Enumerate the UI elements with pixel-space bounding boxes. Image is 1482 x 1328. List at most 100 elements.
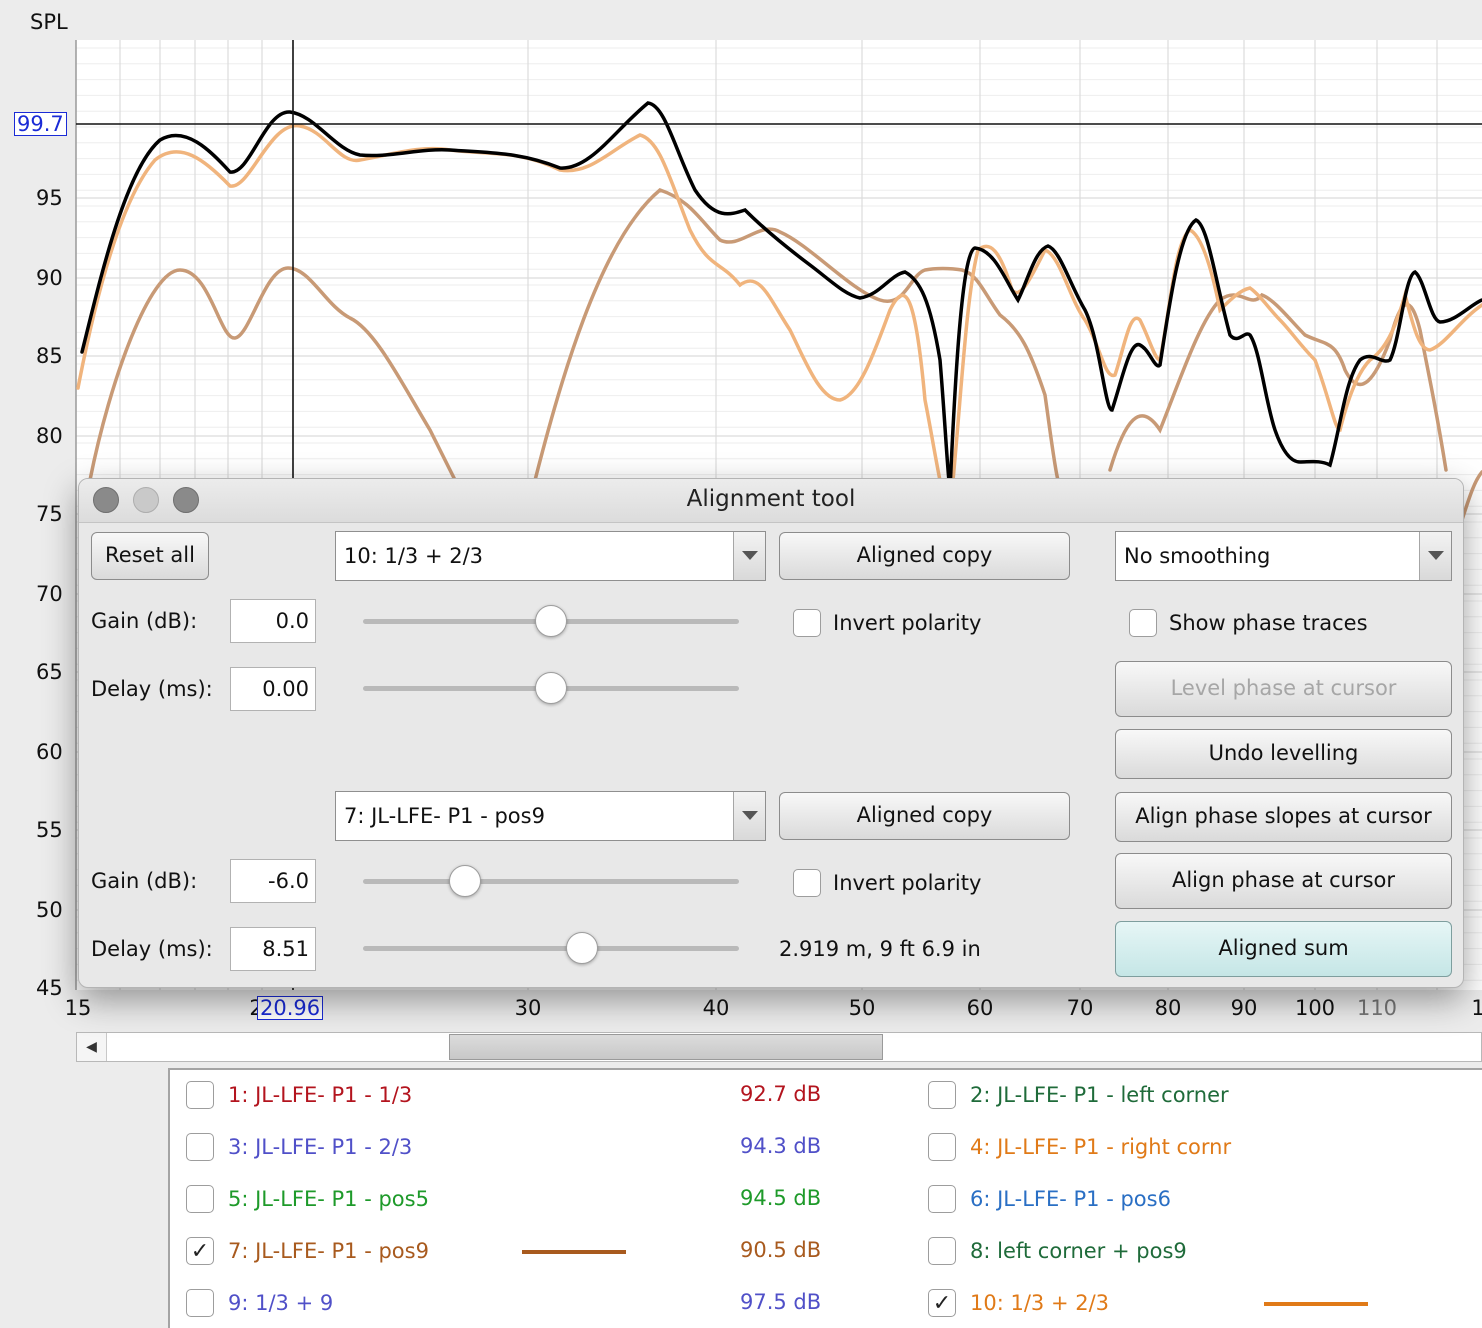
trace1-aligned-copy-button[interactable]: Aligned copy bbox=[779, 532, 1070, 580]
align-phase-slopes-button[interactable]: Align phase slopes at cursor bbox=[1115, 792, 1452, 842]
dialog-title: Alignment tool bbox=[686, 486, 856, 512]
legend-checkbox[interactable] bbox=[186, 1081, 214, 1109]
x-tick-label: 90 bbox=[1230, 996, 1258, 1020]
legend-item[interactable]: ✓ 7: JL-LFE- P1 - pos9 bbox=[186, 1236, 429, 1266]
slider-knob[interactable] bbox=[535, 672, 567, 704]
legend-item[interactable]: 9: 1/3 + 9 bbox=[186, 1288, 333, 1318]
smoothing-select[interactable]: No smoothing bbox=[1115, 531, 1452, 581]
legend-item[interactable]: 5: JL-LFE- P1 - pos5 bbox=[186, 1184, 429, 1214]
y-tick-label: 65 bbox=[36, 660, 63, 684]
trace1-invert-polarity-checkbox[interactable] bbox=[793, 609, 821, 637]
smoothing-select-value: No smoothing bbox=[1124, 544, 1271, 568]
legend-item[interactable]: 6: JL-LFE- P1 - pos6 bbox=[928, 1184, 1171, 1214]
trace1-gain-field[interactable]: 0.0 bbox=[230, 599, 316, 643]
level-phase-at-cursor-button[interactable]: Level phase at cursor bbox=[1115, 661, 1452, 717]
legend-label: 4: JL-LFE- P1 - right cornr bbox=[970, 1135, 1232, 1159]
y-tick-label: 80 bbox=[36, 424, 63, 448]
slider-knob[interactable] bbox=[566, 932, 598, 964]
scrollbar-thumb[interactable] bbox=[449, 1034, 883, 1060]
show-phase-traces-checkbox[interactable] bbox=[1129, 609, 1157, 637]
legend-label: 8: left corner + pos9 bbox=[970, 1239, 1187, 1263]
trace2-gain-label: Gain (dB): bbox=[91, 869, 198, 893]
cursor-y-readout: 99.7 bbox=[14, 112, 67, 136]
y-tick-label: 75 bbox=[36, 502, 63, 526]
legend-level-readout: 90.5 dB bbox=[740, 1238, 822, 1262]
legend-checkbox[interactable] bbox=[928, 1185, 956, 1213]
trace1-select[interactable]: 10: 1/3 + 2/3 bbox=[335, 531, 766, 581]
x-tick-label: 1 bbox=[1471, 996, 1482, 1020]
legend-level-readout: 97.5 dB bbox=[740, 1290, 822, 1314]
legend-item[interactable]: 8: left corner + pos9 bbox=[928, 1236, 1187, 1266]
undo-levelling-button[interactable]: Undo levelling bbox=[1115, 729, 1452, 779]
legend-item[interactable]: 1: JL-LFE- P1 - 1/3 bbox=[186, 1080, 412, 1110]
x-tick-label: 40 bbox=[702, 996, 730, 1020]
trace2-gain-field[interactable]: -6.0 bbox=[230, 859, 316, 903]
legend-label: 5: JL-LFE- P1 - pos5 bbox=[228, 1187, 429, 1211]
slider-knob[interactable] bbox=[449, 865, 481, 897]
trace1-select-value: 10: 1/3 + 2/3 bbox=[344, 544, 484, 568]
trace2-gain-slider[interactable] bbox=[363, 864, 739, 900]
legend-label: 6: JL-LFE- P1 - pos6 bbox=[970, 1187, 1171, 1211]
trace1-gain-label: Gain (dB): bbox=[91, 609, 198, 633]
slider-knob[interactable] bbox=[535, 605, 567, 637]
slider-track bbox=[363, 946, 739, 951]
legend-checkbox[interactable]: ✓ bbox=[928, 1289, 956, 1317]
show-phase-traces-label: Show phase traces bbox=[1169, 611, 1368, 635]
trace1-gain-slider[interactable] bbox=[363, 604, 739, 640]
x-tick-label: 110 bbox=[1356, 996, 1398, 1020]
x-tick-label: 50 bbox=[848, 996, 876, 1020]
legend-checkbox[interactable] bbox=[186, 1185, 214, 1213]
legend-level-readout: 94.3 dB bbox=[740, 1134, 822, 1158]
chevron-down-icon[interactable] bbox=[733, 792, 765, 840]
trace1-delay-field[interactable]: 0.00 bbox=[230, 667, 316, 711]
trace2-delay-label: Delay (ms): bbox=[91, 937, 213, 961]
slider-track bbox=[363, 879, 739, 884]
trace2-aligned-copy-button[interactable]: Aligned copy bbox=[779, 792, 1070, 840]
scroll-left-icon[interactable]: ◀ bbox=[77, 1033, 107, 1061]
y-tick-label: 90 bbox=[36, 266, 63, 290]
x-tick-label: 60 bbox=[966, 996, 994, 1020]
trace2-select[interactable]: 7: JL-LFE- P1 - pos9 bbox=[335, 791, 766, 841]
trace2-distance-readout: 2.919 m, 9 ft 6.9 in bbox=[779, 937, 981, 961]
reset-all-button[interactable]: Reset all bbox=[91, 532, 209, 580]
trace-legend: 1: JL-LFE- P1 - 1/3 92.7 dB 2: JL-LFE- P1 … bbox=[168, 1068, 1482, 1328]
chevron-down-icon[interactable] bbox=[1419, 532, 1451, 580]
dialog-titlebar[interactable]: Alignment tool bbox=[79, 479, 1463, 523]
legend-line-swatch bbox=[522, 1250, 626, 1254]
align-phase-at-cursor-button[interactable]: Align phase at cursor bbox=[1115, 853, 1452, 909]
y-tick-label: 85 bbox=[36, 344, 63, 368]
legend-checkbox[interactable] bbox=[186, 1133, 214, 1161]
trace1-delay-slider[interactable] bbox=[363, 671, 739, 707]
horizontal-scrollbar[interactable]: ◀ bbox=[76, 1032, 1482, 1062]
legend-checkbox[interactable]: ✓ bbox=[186, 1237, 214, 1265]
trace2-select-value: 7: JL-LFE- P1 - pos9 bbox=[344, 804, 545, 828]
trace1-delay-label: Delay (ms): bbox=[91, 677, 213, 701]
y-tick-label: 55 bbox=[36, 818, 63, 842]
trace1-invert-polarity-label: Invert polarity bbox=[833, 611, 982, 635]
y-tick-label: 50 bbox=[36, 898, 63, 922]
x-tick-label: 15 bbox=[64, 996, 92, 1020]
y-tick-label: 95 bbox=[36, 186, 63, 210]
trace2-invert-polarity-checkbox[interactable] bbox=[793, 869, 821, 897]
aligned-sum-button[interactable]: Aligned sum bbox=[1115, 921, 1452, 977]
legend-checkbox[interactable] bbox=[928, 1237, 956, 1265]
chevron-down-icon[interactable] bbox=[733, 532, 765, 580]
legend-item[interactable]: 2: JL-LFE- P1 - left corner bbox=[928, 1080, 1229, 1110]
trace2-delay-slider[interactable] bbox=[363, 931, 739, 967]
trace2-invert-polarity-label: Invert polarity bbox=[833, 871, 982, 895]
legend-line-swatch bbox=[1264, 1302, 1368, 1306]
x-tick-label: 80 bbox=[1154, 996, 1182, 1020]
y-tick-label: 45 bbox=[36, 976, 63, 1000]
legend-item[interactable]: 3: JL-LFE- P1 - 2/3 bbox=[186, 1132, 412, 1162]
x-tick-label: 100 bbox=[1294, 996, 1336, 1020]
legend-checkbox[interactable] bbox=[928, 1081, 956, 1109]
legend-item[interactable]: ✓ 10: 1/3 + 2/3 bbox=[928, 1288, 1109, 1318]
y-axis-title: SPL bbox=[30, 10, 68, 34]
trace2-delay-field[interactable]: 8.51 bbox=[230, 927, 316, 971]
legend-checkbox[interactable] bbox=[186, 1289, 214, 1317]
legend-item[interactable]: 4: JL-LFE- P1 - right cornr bbox=[928, 1132, 1231, 1162]
legend-label: 9: 1/3 + 9 bbox=[228, 1291, 334, 1315]
legend-checkbox[interactable] bbox=[928, 1133, 956, 1161]
legend-label: 3: JL-LFE- P1 - 2/3 bbox=[228, 1135, 413, 1159]
x-tick-label: 70 bbox=[1066, 996, 1094, 1020]
